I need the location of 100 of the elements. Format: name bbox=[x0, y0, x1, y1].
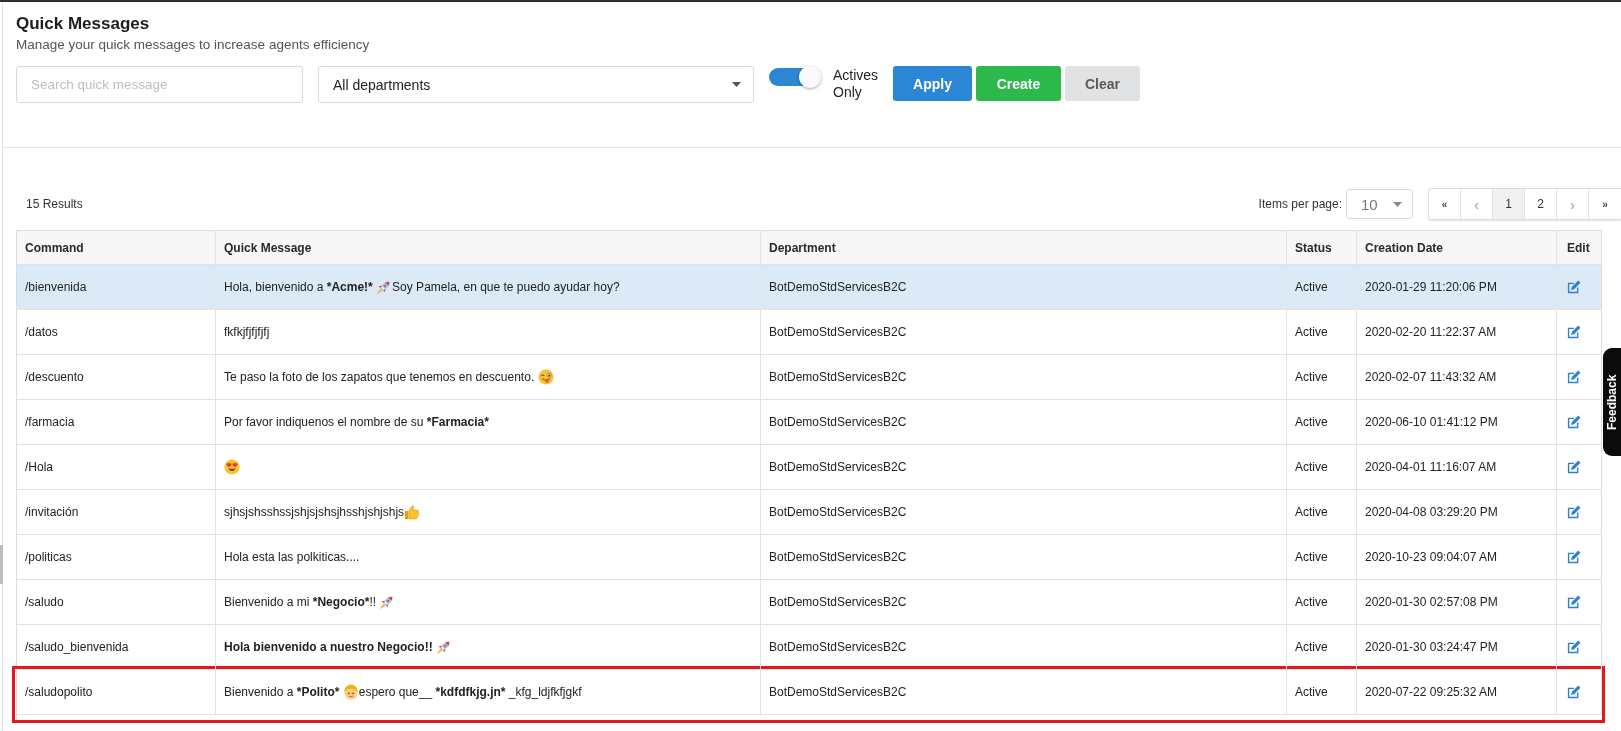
feedback-tab[interactable]: Feedback bbox=[1603, 348, 1621, 456]
status-text: Active bbox=[1295, 505, 1328, 519]
date-text: 2020-01-29 11:20:06 PM bbox=[1365, 280, 1497, 294]
date-text: 2020-01-30 03:24:47 PM bbox=[1365, 640, 1498, 654]
department-dropdown[interactable]: All departments bbox=[318, 66, 754, 103]
table-row[interactable]: /invitación sjhsjshsshssjshjsjshsjhsshjshjshjs BotDemoStdServicesB2C Active 2020-04-08 03:29:20 PM bbox=[17, 490, 1602, 535]
message-text: Te paso la foto de los zapatos que tenemos en descuento. bbox=[224, 370, 536, 384]
edit-icon[interactable] bbox=[1567, 595, 1581, 609]
column-header: Quick Message bbox=[224, 240, 312, 255]
column-header: Creation Date bbox=[1365, 240, 1444, 255]
department-text: BotDemoStdServicesB2C bbox=[769, 505, 907, 519]
status-text: Active bbox=[1295, 370, 1328, 384]
department-text: BotDemoStdServicesB2C bbox=[769, 460, 907, 474]
date-text: 2020-04-01 11:16:07 AM bbox=[1365, 460, 1497, 474]
column-header: Status bbox=[1295, 240, 1332, 255]
edit-icon[interactable] bbox=[1567, 640, 1581, 654]
table-row[interactable]: /bienvenida Hola, bienvenido a *Acme!* Soy Pamela, en que te puedo ayudar hoy? BotDemoStdServicesB2C Active 2020-01-29 11:20:06 PM bbox=[17, 265, 1602, 310]
message-text: fkfkjfjfjfjfj bbox=[224, 325, 270, 339]
edit-icon[interactable] bbox=[1567, 280, 1581, 294]
date-text: 2020-02-20 11:22:37 AM bbox=[1365, 325, 1497, 339]
thumbs-up-icon bbox=[404, 504, 421, 520]
date-text: 2020-01-30 02:57:08 PM bbox=[1365, 595, 1498, 609]
date-text: 2020-04-08 03:29:20 PM bbox=[1365, 505, 1498, 519]
face-icon bbox=[342, 684, 359, 700]
page-subtitle: Manage your quick messages to increase agents efficiency bbox=[16, 36, 370, 53]
date-text: 2020-02-07 11:43:32 AM bbox=[1365, 370, 1497, 384]
message-text: sjhsjshsshssjshjsjshsjhsshjshjshjs bbox=[224, 505, 405, 519]
rocket-icon bbox=[376, 279, 393, 295]
rocket-icon bbox=[379, 594, 396, 610]
department-text: BotDemoStdServicesB2C bbox=[769, 595, 907, 609]
table-row[interactable]: /saludo_bienvenida Hola bienvenido a nuestro Negocio!! BotDemoStdServicesB2C Active 2020-01-30 03:24:47 PM bbox=[17, 625, 1602, 670]
page-button[interactable]: 1 bbox=[1493, 189, 1525, 219]
command-text: /saludopolito bbox=[25, 685, 93, 699]
department-text: BotDemoStdServicesB2C bbox=[769, 280, 907, 294]
status-text: Active bbox=[1295, 595, 1328, 609]
department-text: BotDemoStdServicesB2C bbox=[769, 370, 907, 384]
edit-icon[interactable] bbox=[1567, 370, 1581, 384]
table-row[interactable]: /politicas Hola esta las polkiticas.... BotDemoStdServicesB2C Active 2020-10-23 09:04:07 AM bbox=[17, 535, 1602, 580]
status-text: Active bbox=[1295, 640, 1328, 654]
column-header: Edit bbox=[1567, 240, 1590, 255]
scrollbar-thumb[interactable] bbox=[0, 545, 3, 584]
message-text: Por favor indiquenos el nombre de su *Farmacia* bbox=[224, 415, 489, 429]
table-row[interactable]: /Hola BotDemoStdServicesB2C Active 2020-04-01 11:16:07 AM bbox=[17, 445, 1602, 490]
caret-icon bbox=[732, 82, 741, 87]
page-title: Quick Messages bbox=[16, 13, 150, 34]
edit-icon[interactable] bbox=[1567, 685, 1581, 699]
heart-eyes-face-icon bbox=[224, 459, 240, 475]
last-page-button[interactable]: » bbox=[1589, 189, 1621, 219]
command-text: /invitación bbox=[25, 505, 79, 519]
toggle-label: Actives Only bbox=[833, 67, 880, 101]
status-text: Active bbox=[1295, 325, 1328, 339]
command-text: /saludo bbox=[25, 595, 64, 609]
search-field[interactable]: Search quick message bbox=[16, 66, 303, 103]
table-row[interactable]: /farmacia Por favor indiquenos el nombre de su *Farmacia* BotDemoStdServicesB2C Active 2020-06-10 01:41:12 PM bbox=[17, 400, 1602, 445]
status-text: Active bbox=[1295, 280, 1328, 294]
edit-icon[interactable] bbox=[1567, 325, 1581, 339]
edit-icon[interactable] bbox=[1567, 415, 1581, 429]
department-text: BotDemoStdServicesB2C bbox=[769, 325, 907, 339]
department-text: BotDemoStdServicesB2C bbox=[769, 550, 907, 564]
message-text: Hola esta las polkiticas.... bbox=[224, 550, 360, 564]
command-text: /bienvenida bbox=[25, 280, 87, 294]
table-row[interactable]: /saludo Bienvenido a mi *Negocio*!! BotDemoStdServicesB2C Active 2020-01-30 02:57:08 PM bbox=[17, 580, 1602, 625]
first-page-button[interactable]: « bbox=[1429, 189, 1461, 219]
apply-button[interactable]: Apply bbox=[893, 66, 972, 101]
table-row[interactable]: /datos fkfkjfjfjfjfj BotDemoStdServicesB2C Active 2020-02-20 11:22:37 AM bbox=[17, 310, 1602, 355]
date-text: 2020-10-23 09:04:07 AM bbox=[1365, 550, 1498, 564]
caret-icon bbox=[1393, 201, 1402, 207]
toggle-switch[interactable] bbox=[769, 66, 821, 88]
page-button[interactable]: 2 bbox=[1525, 189, 1557, 219]
table-row[interactable]: /saludopolito Bienvenido a *Polito* espero que__ *kdfdfkjg.jn* _kfg_ldjfkfjgkf BotDemoStdServicesB2C Active 2020-07-22 09:25:32 AM bbox=[17, 670, 1602, 715]
department-text: BotDemoStdServicesB2C bbox=[769, 685, 907, 699]
message-text: Bienvenido a mi *Negocio*!! bbox=[224, 595, 378, 609]
date-text: 2020-07-22 09:25:32 AM bbox=[1365, 685, 1498, 699]
table-row[interactable]: /descuento Te paso la foto de los zapatos que tenemos en descuento. BotDemoStdServicesB2C Active 2020-02-07 11:43:32 AM bbox=[17, 355, 1602, 400]
status-text: Active bbox=[1295, 550, 1328, 564]
items-per-page-label: Items per page: bbox=[1258, 197, 1342, 211]
command-text: /datos bbox=[25, 325, 58, 339]
message-text: espero que__ *kdfdfkjg.jn* _kfg_ldjfkfjgkf bbox=[358, 685, 582, 699]
column-header: Command bbox=[25, 240, 84, 255]
command-text: /farmacia bbox=[25, 415, 75, 429]
command-text: /Hola bbox=[25, 460, 53, 474]
status-text: Active bbox=[1295, 685, 1328, 699]
command-text: /politicas bbox=[25, 550, 72, 564]
results-count: 15 Results bbox=[26, 197, 83, 211]
status-text: Active bbox=[1295, 460, 1328, 474]
clear-button[interactable]: Clear bbox=[1065, 66, 1140, 101]
department-text: BotDemoStdServicesB2C bbox=[769, 640, 907, 654]
message-text: Bienvenido a *Polito* bbox=[224, 685, 341, 699]
message-text: Hola bienvenido a nuestro Negocio!! bbox=[224, 640, 434, 654]
message-text: Hola, bienvenido a *Acme!* bbox=[224, 280, 374, 294]
edit-icon[interactable] bbox=[1567, 460, 1581, 474]
department-text: BotDemoStdServicesB2C bbox=[769, 415, 907, 429]
rocket-icon bbox=[436, 639, 453, 655]
column-header: Department bbox=[769, 240, 836, 255]
date-text: 2020-06-10 01:41:12 PM bbox=[1365, 415, 1498, 429]
command-text: /descuento bbox=[25, 370, 84, 384]
edit-icon[interactable] bbox=[1567, 505, 1581, 519]
command-text: /saludo_bienvenida bbox=[25, 640, 129, 654]
items-per-page-dropdown[interactable]: 10 bbox=[1346, 189, 1413, 219]
edit-icon[interactable] bbox=[1567, 550, 1581, 564]
